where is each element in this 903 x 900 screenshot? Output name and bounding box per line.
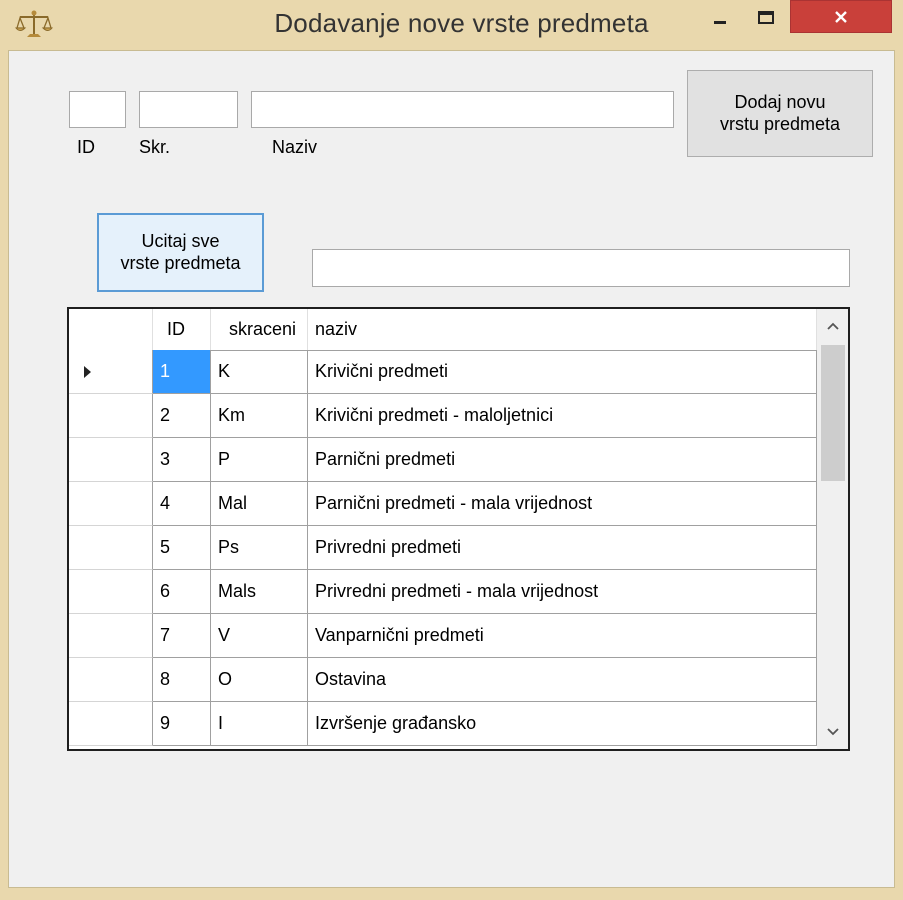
current-row-arrow-icon	[84, 366, 91, 378]
cell-naziv[interactable]: Parnični predmeti - mala vrijednost	[308, 482, 817, 526]
cell-id[interactable]: 7	[153, 614, 211, 658]
column-header-skraceni[interactable]: skraceni	[211, 309, 308, 350]
id-input[interactable]	[69, 91, 126, 128]
grid-header: ID skraceni naziv	[69, 309, 817, 351]
row-header[interactable]	[69, 614, 153, 658]
table-row[interactable]: 9 I Izvršenje građansko	[69, 702, 817, 746]
cell-skr[interactable]: P	[211, 438, 308, 482]
cell-id[interactable]: 8	[153, 658, 211, 702]
header-corner[interactable]	[69, 309, 153, 350]
row-header[interactable]	[69, 438, 153, 482]
naziv-label: Naziv	[272, 137, 318, 157]
types-grid[interactable]: ID skraceni naziv 1 K Krivični predmeti …	[67, 307, 850, 751]
skr-label: Skr.	[139, 137, 171, 157]
skr-input[interactable]	[139, 91, 238, 128]
grid-body: ID skraceni naziv 1 K Krivični predmeti …	[69, 309, 817, 749]
naziv-input[interactable]	[251, 91, 674, 128]
load-button-line2: vrste predmeta	[120, 252, 241, 273]
maximize-icon	[758, 11, 774, 24]
vertical-scrollbar[interactable]	[817, 309, 848, 749]
cell-skr[interactable]: Km	[211, 394, 308, 438]
row-header[interactable]	[69, 570, 153, 614]
cell-skr[interactable]: K	[211, 350, 308, 394]
cell-naziv[interactable]: Privredni predmeti - mala vrijednost	[308, 570, 817, 614]
table-row[interactable]: 1 K Krivični predmeti	[69, 350, 817, 394]
scroll-up-button[interactable]	[817, 309, 848, 343]
row-header[interactable]	[69, 526, 153, 570]
cell-naziv[interactable]: Krivični predmeti	[308, 350, 817, 394]
column-header-naziv[interactable]: naziv	[308, 309, 817, 350]
chevron-down-icon	[826, 728, 839, 736]
cell-naziv[interactable]: Privredni predmeti	[308, 526, 817, 570]
table-row[interactable]: 5 Ps Privredni predmeti	[69, 526, 817, 570]
cell-id[interactable]: 9	[153, 702, 211, 746]
cell-skr[interactable]: V	[211, 614, 308, 658]
cell-skr[interactable]: Ps	[211, 526, 308, 570]
cell-skr[interactable]: Mal	[211, 482, 308, 526]
load-all-button[interactable]: Ucitaj sve vrste predmeta	[97, 213, 264, 292]
scroll-thumb[interactable]	[821, 345, 845, 481]
id-label: ID	[77, 137, 95, 157]
title-bar[interactable]: Dodavanje nove vrste predmeta	[0, 0, 903, 50]
chevron-up-icon	[826, 322, 839, 330]
row-header[interactable]	[69, 482, 153, 526]
cell-skr[interactable]: O	[211, 658, 308, 702]
cell-naziv[interactable]: Krivični predmeti - maloljetnici	[308, 394, 817, 438]
table-row[interactable]: 2 Km Krivični predmeti - maloljetnici	[69, 394, 817, 438]
cell-skr[interactable]: Mals	[211, 570, 308, 614]
table-row[interactable]: 8 O Ostavina	[69, 658, 817, 702]
cell-id[interactable]: 5	[153, 526, 211, 570]
table-row[interactable]: 7 V Vanparnični predmeti	[69, 614, 817, 658]
cell-id[interactable]: 3	[153, 438, 211, 482]
filter-input[interactable]	[312, 249, 850, 287]
cell-id[interactable]: 4	[153, 482, 211, 526]
row-header[interactable]	[69, 394, 153, 438]
cell-naziv[interactable]: Vanparnični predmeti	[308, 614, 817, 658]
cell-naziv[interactable]: Izvršenje građansko	[308, 702, 817, 746]
load-button-line1: Ucitaj sve	[141, 230, 220, 251]
cell-id[interactable]: 2	[153, 394, 211, 438]
cell-id[interactable]: 6	[153, 570, 211, 614]
add-button-line1: Dodaj novu	[734, 91, 826, 112]
table-row[interactable]: 6 Mals Privredni predmeti - mala vrijedn…	[69, 570, 817, 614]
minimize-icon	[714, 21, 726, 24]
add-type-button[interactable]: Dodaj novu vrstu predmeta	[687, 70, 873, 157]
cell-skr[interactable]: I	[211, 702, 308, 746]
minimize-button[interactable]	[698, 0, 742, 38]
row-header[interactable]	[69, 350, 153, 394]
column-header-id[interactable]: ID	[153, 309, 211, 350]
maximize-button[interactable]	[744, 0, 788, 38]
close-icon	[835, 10, 847, 23]
cell-id[interactable]: 1	[153, 350, 211, 394]
table-row[interactable]: 4 Mal Parnični predmeti - mala vrijednos…	[69, 482, 817, 526]
cell-naziv[interactable]: Parnični predmeti	[308, 438, 817, 482]
row-header[interactable]	[69, 702, 153, 746]
add-button-line2: vrstu predmeta	[719, 113, 841, 134]
app-window: Dodavanje nove vrste predmeta ID Skr. Na…	[0, 0, 903, 900]
table-row[interactable]: 3 P Parnični predmeti	[69, 438, 817, 482]
row-header[interactable]	[69, 658, 153, 702]
scroll-down-button[interactable]	[817, 715, 848, 749]
cell-naziv[interactable]: Ostavina	[308, 658, 817, 702]
close-button[interactable]	[790, 0, 892, 33]
